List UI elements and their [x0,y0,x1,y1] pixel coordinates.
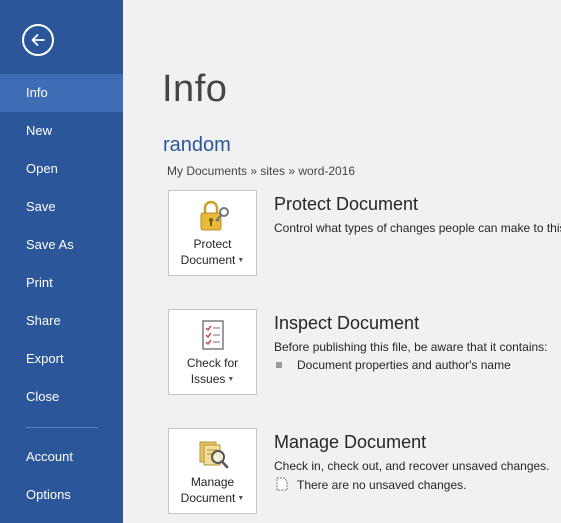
document-magnifier-icon [199,441,229,469]
nav-item-export[interactable]: Export [0,340,123,378]
check-button-line2: Issues [190,372,226,386]
nav-item-open[interactable]: Open [0,150,123,188]
bullet-square-icon [276,361,282,368]
nav-item-account[interactable]: Account [0,438,123,476]
manage-document-button[interactable]: Manage Document ▼ [168,428,257,514]
document-name: random [163,134,231,156]
manage-note-item: There are no unsaved changes. [276,477,467,492]
manage-document-title: Manage Document [274,432,427,452]
dropdown-caret-icon: ▼ [237,494,245,502]
nav-item-save[interactable]: Save [0,188,123,226]
nav-item-print[interactable]: Print [0,264,123,302]
inspect-bullet-item: Document properties and author's name [276,358,511,372]
protect-document-title: Protect Document [274,194,419,214]
nav-item-close[interactable]: Close [0,378,123,416]
manage-button-line2: Document [180,491,236,505]
manage-note-text: There are no unsaved changes. [297,478,467,492]
checklist-icon [202,320,224,350]
manage-document-desc: Check in, check out, and recover unsaved… [274,459,550,473]
nav-item-info[interactable]: Info [0,74,123,112]
inspect-document-title: Inspect Document [274,313,420,333]
nav-divider [26,427,98,428]
info-pane: Info random My Documents » sites » word-… [123,0,561,523]
manage-button-line1: Manage [190,475,235,489]
back-button[interactable] [22,24,54,56]
nav-item-new[interactable]: New [0,112,123,150]
inspect-bullet-text: Document properties and author's name [297,358,511,372]
back-arrow-icon [31,34,45,46]
document-icon [276,477,288,491]
nav-item-save-as[interactable]: Save As [0,226,123,264]
dropdown-caret-icon: ▼ [237,256,245,264]
page-title: Info [162,68,228,110]
breadcrumb[interactable]: My Documents » sites » word-2016 [167,164,355,178]
protect-button-line2: Document [180,253,236,267]
protect-document-desc: Control what types of changes people can… [274,221,561,235]
check-button-line1: Check for [186,356,239,370]
nav-item-options[interactable]: Options [0,476,123,514]
check-for-issues-button[interactable]: Check for Issues ▼ [168,309,257,395]
dropdown-caret-icon: ▼ [227,375,235,383]
nav-item-share[interactable]: Share [0,302,123,340]
inspect-document-desc: Before publishing this file, be aware th… [274,340,548,354]
protect-document-button[interactable]: Protect Document ▼ [168,190,257,276]
protect-button-line1: Protect [193,237,232,251]
lock-key-icon [200,200,229,231]
backstage-sidebar: Info New Open Save Save As Print Share E… [0,0,123,523]
